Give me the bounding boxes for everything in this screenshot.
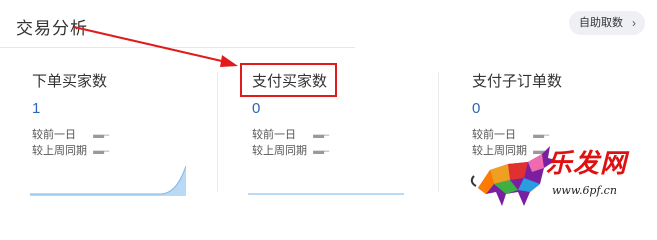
compare-label: 较上周同期 [252, 145, 307, 157]
sparkline-area [30, 166, 186, 196]
annotation-highlight-box [240, 63, 337, 97]
card-value: 0 [252, 100, 261, 117]
compare-label: 较前一日 [252, 129, 296, 141]
compare-value: ▬– [313, 145, 329, 157]
card-value: 0 [472, 100, 481, 117]
compare-label: 较前一日 [32, 129, 76, 141]
card-value: 1 [32, 100, 41, 117]
compare-value: ▬– [93, 145, 109, 157]
watermark-brand: 乐发网 [546, 149, 628, 179]
card-divider [438, 72, 439, 192]
compare-value: ▬– [313, 129, 329, 141]
sparkline-chart [30, 165, 186, 196]
compare-prev-day-row: 较前一日 ▬– [32, 126, 109, 142]
compare-label: 较上周同期 [32, 145, 87, 157]
self-fetch-button[interactable]: 自助取数 › [569, 11, 645, 35]
chevron-right-icon: › [632, 16, 636, 30]
self-fetch-label: 自助取数 [579, 17, 623, 29]
trade-analysis-panel: 交易分析 自助取数 › 下单买家数 1 较前一日 ▬– 较上周同期 ▬– 支付买… [0, 0, 657, 210]
compare-last-week-row: 较上周同期 ▬– [252, 142, 329, 158]
header-divider [0, 47, 355, 48]
compare-value: ▬– [93, 129, 109, 141]
sparkline-line [30, 165, 186, 195]
card-title: 支付子订单数 [472, 73, 563, 90]
compare-prev-day-row: 较前一日 ▬– [252, 126, 329, 142]
metric-card-order-buyers[interactable]: 下单买家数 1 较前一日 ▬– 较上周同期 ▬– [0, 62, 218, 202]
section-title: 交易分析 [16, 19, 88, 38]
compare-last-week-row: 较上周同期 ▬– [32, 142, 109, 158]
sparkline-chart [248, 193, 404, 195]
watermark-url: www.6pf.cn [552, 184, 617, 197]
card-title: 下单买家数 [32, 73, 108, 90]
